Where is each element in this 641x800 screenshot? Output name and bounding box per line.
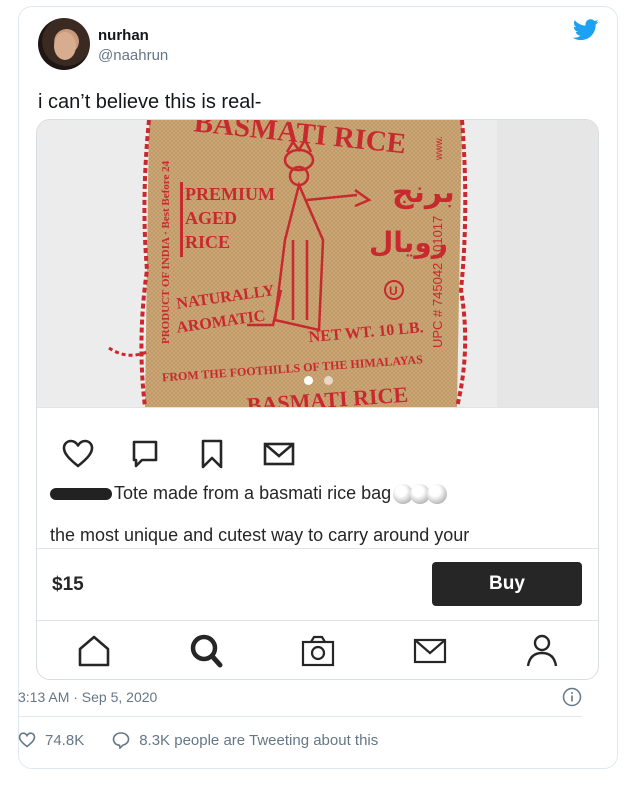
tweet-timestamp-row: 3:13 AM · Sep 5, 2020: [18, 687, 582, 707]
display-name[interactable]: nurhan: [98, 27, 149, 44]
like-count[interactable]: 74.8K: [45, 732, 84, 749]
avatar[interactable]: [38, 18, 90, 70]
tweet-text: i can’t believe this is real-: [38, 91, 262, 113]
tweet-stats: 74.8K 8.3K people are Tweeting about thi…: [18, 731, 378, 749]
bag-side-right: UPC # 745042 101017: [430, 216, 445, 348]
profile-icon[interactable]: [523, 632, 561, 670]
bag-rice: RICE: [185, 232, 230, 252]
heart-icon[interactable]: [61, 438, 95, 470]
user-handle[interactable]: @naahrun: [98, 47, 168, 64]
heart-icon[interactable]: [18, 731, 36, 749]
carousel-dot[interactable]: [324, 376, 333, 385]
tweeting-about-link[interactable]: 8.3K people are Tweeting about this: [139, 732, 378, 749]
bag-premium: PREMIUM: [185, 184, 275, 204]
twitter-logo-icon[interactable]: [573, 19, 599, 41]
rice-bag-photo[interactable]: BASMATI RICE PRODUCT OF INDIA · Best Bef…: [37, 120, 598, 407]
buy-button[interactable]: Buy: [432, 562, 582, 606]
bag-side-left: PRODUCT OF INDIA · Best Before 24: [160, 160, 172, 344]
divider: [37, 620, 598, 621]
caption-text: Tote made from a basmati rice bag: [114, 483, 392, 503]
info-icon[interactable]: [562, 687, 582, 707]
bag-arabic-1: برنج: [392, 175, 455, 210]
comment-bubble-icon[interactable]: [112, 731, 130, 749]
bottom-nav: [37, 632, 598, 679]
bag-u-mark: U: [389, 284, 398, 298]
mail-icon[interactable]: [262, 438, 296, 470]
divider: [18, 716, 582, 717]
tweet-card: nurhan @naahrun i can’t believe this is …: [18, 6, 618, 769]
comment-icon[interactable]: [128, 438, 162, 470]
bookmark-icon[interactable]: [195, 438, 229, 470]
post-description: the most unique and cutest way to carry …: [50, 525, 470, 545]
tweet-timestamp[interactable]: 3:13 AM · Sep 5, 2020: [18, 689, 157, 705]
carousel-dots[interactable]: [304, 376, 333, 385]
bag-aged: AGED: [185, 208, 237, 228]
product-price: $15: [52, 574, 84, 595]
redacted-username: [50, 487, 112, 500]
divider: [37, 407, 598, 408]
mail-icon[interactable]: [411, 632, 449, 670]
pearl-emoji: [393, 483, 448, 504]
carousel-dot[interactable]: [304, 376, 313, 385]
instagram-embed[interactable]: BASMATI RICE PRODUCT OF INDIA · Best Bef…: [36, 119, 599, 680]
post-actions: [61, 438, 296, 470]
divider: [37, 548, 598, 549]
home-icon[interactable]: [75, 632, 113, 670]
bag-side-top-right: www.: [434, 136, 445, 161]
camera-icon[interactable]: [299, 632, 337, 670]
post-caption: Tote made from a basmati rice bag: [50, 483, 448, 504]
search-icon[interactable]: [187, 632, 225, 670]
